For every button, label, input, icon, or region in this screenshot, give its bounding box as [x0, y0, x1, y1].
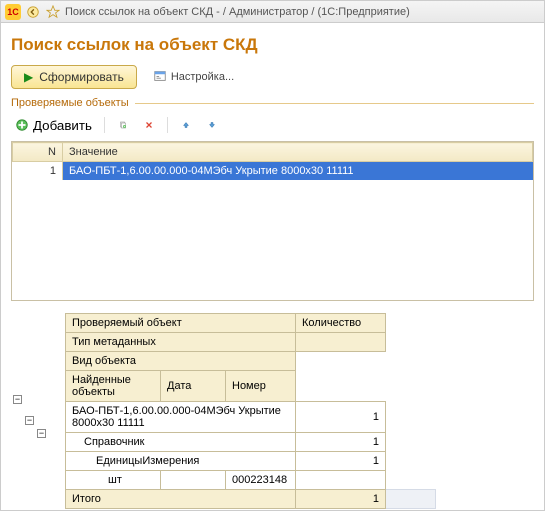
tree-toggle[interactable]: −	[13, 395, 22, 404]
col-header-number[interactable]: Номер	[226, 371, 296, 402]
tree-toggle[interactable]: −	[25, 416, 34, 425]
table-row[interactable]: шт 000223148	[66, 471, 436, 490]
titlebar: 1C Поиск ссылок на объект СКД - / Админи…	[1, 1, 544, 23]
add-button-label: Добавить	[33, 118, 92, 133]
delete-button[interactable]	[139, 115, 159, 135]
table-row[interactable]: БАО-ПБТ-1,6.00.00.000-04МЭбч Укрытие 800…	[66, 402, 436, 433]
app-logo-icon: 1C	[5, 4, 21, 20]
extra-cell	[386, 490, 436, 509]
tree-gutter: − − −	[11, 313, 65, 509]
grid-toolbar: Добавить	[11, 115, 534, 135]
favorite-icon[interactable]	[45, 4, 61, 20]
settings-button[interactable]: Настройка...	[147, 68, 240, 87]
window-title: Поиск ссылок на объект СКД - / Администр…	[65, 6, 410, 18]
play-icon: ▶	[24, 70, 33, 84]
settings-icon	[153, 69, 167, 86]
page-title: Поиск ссылок на объект СКД	[11, 35, 534, 55]
cell-object: БАО-ПБТ-1,6.00.00.000-04МЭбч Укрытие 800…	[66, 402, 296, 433]
move-down-button[interactable]	[202, 115, 222, 135]
section-divider	[135, 103, 534, 104]
run-button[interactable]: ▶ Сформировать	[11, 65, 137, 89]
results-area: − − − Проверяемый объект Количество Тип …	[11, 313, 534, 509]
back-icon[interactable]	[25, 4, 41, 20]
cell-n: 1	[13, 162, 63, 181]
results-grid[interactable]: Проверяемый объект Количество Тип метада…	[65, 313, 436, 509]
settings-button-label: Настройка...	[171, 71, 234, 83]
empty-cell	[296, 333, 386, 352]
col-header-meta[interactable]: Тип метаданных	[66, 333, 296, 352]
total-row: Итого 1	[66, 490, 436, 509]
tree-toggle[interactable]: −	[37, 429, 46, 438]
section-label: Проверяемые объекты	[11, 97, 129, 109]
cell-qty: 1	[296, 452, 386, 471]
toolbar-separator	[104, 117, 105, 133]
cell-qty	[296, 471, 386, 490]
cell-number: 000223148	[226, 471, 296, 490]
cell-qty: 1	[296, 402, 386, 433]
add-button[interactable]: Добавить	[11, 115, 96, 135]
toolbar-separator	[167, 117, 168, 133]
cell-object: ЕдиницыИзмерения	[66, 452, 296, 471]
col-header-qty[interactable]: Количество	[296, 314, 386, 333]
main-toolbar: ▶ Сформировать Настройка...	[11, 65, 534, 89]
move-up-button[interactable]	[176, 115, 196, 135]
objects-grid[interactable]: N Значение 1 БАО-ПБТ-1,6.00.00.000-04МЭб…	[11, 141, 534, 301]
col-header-object[interactable]: Проверяемый объект	[66, 314, 296, 333]
col-header-n[interactable]: N	[13, 143, 63, 162]
copy-button[interactable]	[113, 115, 133, 135]
table-row[interactable]: ЕдиницыИзмерения 1	[66, 452, 436, 471]
cell-object: шт	[66, 471, 161, 490]
table-row[interactable]: Справочник 1	[66, 433, 436, 452]
run-button-label: Сформировать	[39, 70, 124, 84]
total-label: Итого	[66, 490, 296, 509]
col-header-date[interactable]: Дата	[161, 371, 226, 402]
section-header: Проверяемые объекты	[11, 97, 534, 109]
col-header-objtype[interactable]: Вид объекта	[66, 352, 296, 371]
cell-value: БАО-ПБТ-1,6.00.00.000-04МЭбч Укрытие 800…	[63, 162, 533, 181]
col-header-value[interactable]: Значение	[63, 143, 533, 162]
table-row[interactable]: 1 БАО-ПБТ-1,6.00.00.000-04МЭбч Укрытие 8…	[13, 162, 533, 181]
cell-date	[161, 471, 226, 490]
total-qty: 1	[296, 490, 386, 509]
cell-qty: 1	[296, 433, 386, 452]
cell-object: Справочник	[66, 433, 296, 452]
col-header-found[interactable]: Найденные объекты	[66, 371, 161, 402]
